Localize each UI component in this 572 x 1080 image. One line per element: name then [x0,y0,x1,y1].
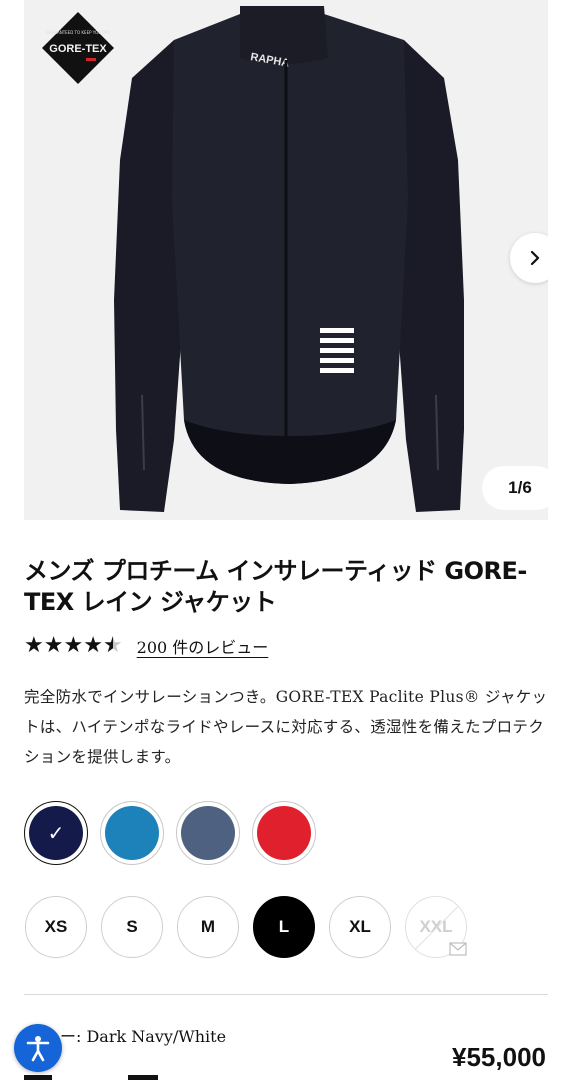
rating-row: ★★★★★ 200 件のレビュー [24,632,268,660]
star-icon: ★ [24,633,44,658]
half-star-icon: ★ [102,633,123,658]
color-swatch-red[interactable] [252,801,316,865]
star-icon: ★ [43,633,64,658]
truncated-text [24,1075,158,1080]
color-swatch-slate[interactable] [176,801,240,865]
gore-tex-badge: GUARANTEED TO KEEP YOU DRY GORE-TEX [36,8,120,88]
divider [24,994,548,995]
size-option-l[interactable]: L [253,896,315,958]
product-description: 完全防水でインサレーションつき。GORE-TEX Paclite Plus® ジ… [24,688,548,766]
swatch-fill [181,806,235,860]
reviews-link[interactable]: 200 件のレビュー [137,634,269,658]
swatch-fill [105,806,159,860]
accessibility-button[interactable] [14,1024,62,1072]
swatch-fill: ✓ [29,806,83,860]
badge-text: GORE-TEX [49,43,107,55]
badge-small-text: GUARANTEED TO KEEP YOU DRY [46,30,111,35]
size-option-m[interactable]: M [177,896,239,958]
image-counter: 1/6 [482,466,548,510]
notify-mail-icon[interactable] [449,942,467,956]
chevron-right-icon [530,250,540,266]
accessibility-icon [26,1036,50,1062]
checkmark-icon: ✓ [47,821,65,845]
color-swatch-dark-navy[interactable]: ✓ [24,801,88,865]
star-icon: ★ [83,633,103,658]
size-option-s[interactable]: S [101,896,163,958]
product-price: ¥55,000 [452,1042,546,1072]
size-option-xl[interactable]: XL [329,896,391,958]
product-image-gallery[interactable]: RAPHA GUARANTEED TO KEEP YOU DRY GORE-TE… [24,0,548,520]
selected-color-label: ー: Dark Navy/White [60,1027,227,1046]
color-swatch-blue[interactable] [100,801,164,865]
star-rating: ★★★★★ [24,632,123,660]
star-icon: ★ [63,633,84,658]
swatch-fill [257,806,311,860]
product-title: メンズ プロチーム インサレーティッド GORE-TEX レイン ジャケット [24,557,527,616]
size-option-xs[interactable]: XS [25,896,87,958]
